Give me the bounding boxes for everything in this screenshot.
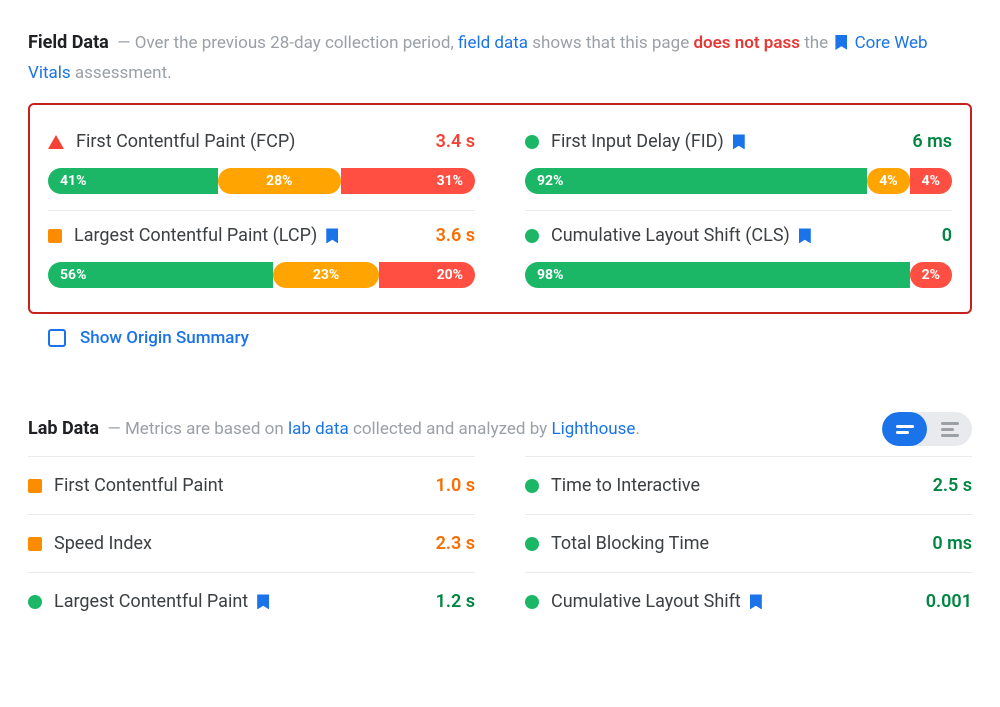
metric-label: Cumulative Layout Shift (CLS) [551,225,930,246]
bars-right-icon [941,422,959,437]
distribution-bar: 41%28%31% [48,168,475,194]
metric-label: Largest Contentful Paint (LCP) [74,225,424,246]
view-toggle [882,412,972,446]
metric-value: 1.2 s [436,591,475,612]
metric-label: Total Blocking Time [551,533,920,554]
metric-value: 2.5 s [933,475,972,496]
metric-value: 3.6 s [436,225,475,246]
bookmark-icon [733,134,745,149]
lab-metric[interactable]: First Contentful Paint 1.0 s [28,456,475,514]
square-icon [28,479,42,493]
dist-ok: 23% [273,262,379,288]
distribution-bar: 98%2% [525,262,952,288]
dist-ok: 28% [218,168,341,194]
square-icon [28,537,42,551]
view-toggle-left[interactable] [882,412,927,446]
metric-value: 1.0 s [436,475,475,496]
metric-label: Speed Index [54,533,424,554]
metric-value: 6 ms [912,131,952,152]
bookmark-icon [799,228,811,243]
field-metric[interactable]: First Contentful Paint (FCP) 3.4 s 41%28%3… [48,117,475,211]
field-data-link[interactable]: field data [458,33,528,53]
triangle-icon [48,135,64,149]
lab-metric[interactable]: Time to Interactive 2.5 s [525,456,972,514]
field-metric[interactable]: First Input Delay (FID)6 ms92%4%4% [525,117,952,211]
circle-icon [28,595,42,609]
dist-bad: 2% [910,262,952,288]
field-data-title: Field Data [28,32,109,53]
lighthouse-link[interactable]: Lighthouse [551,419,635,439]
circle-icon [525,229,539,243]
dist-bad: 31% [341,168,475,194]
bookmark-icon [750,594,762,609]
bookmark-icon [257,594,269,609]
metric-label: First Contentful Paint (FCP) [76,131,424,152]
checkbox-icon[interactable] [48,329,66,347]
field-metric[interactable]: Largest Contentful Paint (LCP) 3.6 s 56%23… [48,211,475,304]
pass-status: does not pass [693,33,800,53]
dist-bad: 20% [379,262,475,288]
circle-icon [525,537,539,551]
bookmark-icon [326,228,338,243]
metric-value: 0 ms [932,533,972,554]
circle-icon [525,595,539,609]
lab-data-title: Lab Data [28,418,99,439]
metric-value: 0.001 [926,591,972,612]
circle-icon [525,135,539,149]
metric-label: Cumulative Layout Shift [551,591,914,612]
bars-left-icon [896,425,914,434]
view-toggle-right[interactable] [927,412,972,446]
distribution-bar: 92%4%4% [525,168,952,194]
lab-metric[interactable]: Cumulative Layout Shift 0.001 [525,572,972,630]
field-metric[interactable]: Cumulative Layout Shift (CLS) 0 98%2% [525,211,952,304]
circle-icon [525,479,539,493]
field-metrics-panel: First Contentful Paint (FCP)3.4 s41%28%3… [28,103,972,314]
bookmark-icon [835,35,847,50]
metric-label: Largest Contentful Paint [54,591,424,612]
dist-bad: 4% [910,168,952,194]
lab-metric[interactable]: Speed Index 2.3 s [28,514,475,572]
square-icon [48,229,62,243]
dist-good: 56% [48,262,273,288]
metric-value: 3.4 s [436,131,475,152]
dist-ok: 4% [867,168,909,194]
metric-value: 0 [942,225,952,246]
metric-label: First Input Delay (FID) [551,131,900,152]
dist-good: 98% [525,262,910,288]
field-data-header: Field Data — Over the previous 28-day co… [28,28,972,87]
metric-value: 2.3 s [436,533,475,554]
lab-data-header: Lab Data — Metrics are based on lab data… [28,414,640,445]
metric-label: Time to Interactive [551,475,921,496]
show-origin-summary[interactable]: Show Origin Summary [28,314,972,348]
distribution-bar: 56%23%20% [48,262,475,288]
lab-metric[interactable]: Largest Contentful Paint 1.2 s [28,572,475,630]
lab-data-link[interactable]: lab data [288,419,349,439]
lab-metric[interactable]: Total Blocking Time 0 ms [525,514,972,572]
dist-good: 92% [525,168,867,194]
metric-label: First Contentful Paint [54,475,424,496]
dist-good: 41% [48,168,218,194]
